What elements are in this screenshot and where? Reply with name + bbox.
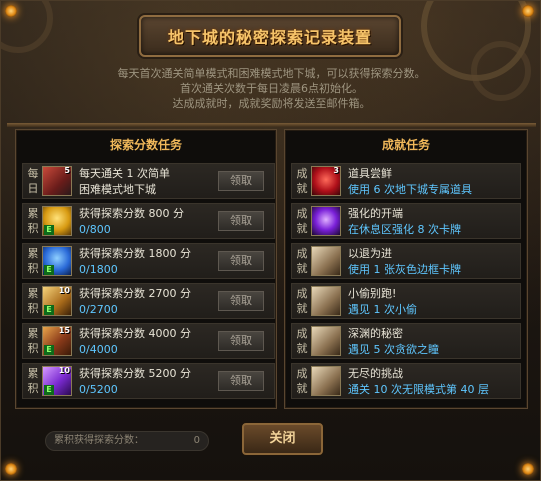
corner-lamp-icon — [5, 5, 17, 17]
achievement-title: 无尽的挑战 — [348, 367, 403, 380]
cleaver-icon: 5 — [42, 166, 72, 196]
e-badge-icon: E — [44, 345, 54, 355]
achievement-title: 小偷别跑! — [348, 287, 397, 300]
achievement-desc: 遇见 5 次贪欲之瞳 — [348, 343, 439, 356]
e-badge-icon: E — [44, 265, 54, 275]
task-desc: 困难模式地下城 — [79, 183, 156, 196]
e-badge-icon: E — [44, 385, 54, 395]
hammer-icon — [311, 286, 341, 316]
task-row: 累积 E 获得探索分数 800 分 0/800 领取 — [22, 203, 275, 239]
achievement-row: 成就 小偷别跑! 遇见 1 次小偷 — [291, 283, 521, 319]
info-text: 达成成就时，成就奖励将发送至邮件箱。 — [172, 97, 371, 110]
claim-button[interactable]: 领取 — [218, 251, 264, 271]
claim-button[interactable]: 领取 — [218, 171, 264, 191]
achievement-row: 成就 3 道具尝鲜 使用 6 次地下城专属道具 — [291, 163, 521, 199]
achievement-desc: 遇见 1 次小偷 — [348, 303, 417, 316]
gold-pot-icon: E — [42, 206, 72, 236]
hammer-icon — [311, 326, 341, 356]
claim-button[interactable]: 领取 — [218, 211, 264, 231]
row-tag: 累积 — [27, 327, 39, 355]
task-row: 累积 10 E 获得探索分数 2700 分 0/2700 领取 — [22, 283, 275, 319]
task-title: 获得探索分数 2700 分 — [79, 287, 191, 300]
frame-rail — [7, 123, 536, 127]
score-value: 0 — [193, 435, 200, 446]
purple-ticket-icon: 10 E — [42, 366, 72, 396]
achievement-desc: 通关 10 次无限模式第 40 层 — [348, 383, 489, 396]
panel-header: 成就任务 — [381, 137, 430, 152]
task-title: 获得探索分数 800 分 — [79, 207, 184, 220]
task-row: 每日 5 每天通关 1 次简单 困难模式地下城 领取 — [22, 163, 275, 199]
score-label: 累积获得探索分数： — [54, 435, 144, 446]
achievement-title: 强化的开端 — [348, 207, 403, 220]
purple-orb-icon — [311, 206, 341, 236]
row-tag: 成就 — [296, 207, 308, 235]
achievement-title: 以退为进 — [348, 247, 392, 260]
hammer-icon — [311, 366, 341, 396]
card-icon: 10 E — [42, 286, 72, 316]
task-row: 累积 15 E 获得探索分数 4000 分 0/4000 领取 — [22, 323, 275, 359]
row-tag: 累积 — [27, 207, 39, 235]
achievement-desc: 使用 1 张灰色边框卡牌 — [348, 263, 461, 276]
task-title: 每天通关 1 次简单 — [79, 167, 170, 180]
corner-lamp-icon — [5, 463, 17, 475]
row-tag: 累积 — [27, 247, 39, 275]
hammer-icon — [311, 246, 341, 276]
task-title: 获得探索分数 1800 分 — [79, 247, 191, 260]
row-tag: 累积 — [27, 367, 39, 395]
achievement-row: 成就 深渊的秘密 遇见 5 次贪欲之瞳 — [291, 323, 521, 359]
task-title: 获得探索分数 4000 分 — [79, 327, 191, 340]
row-tag: 成就 — [296, 367, 308, 395]
row-tag: 成就 — [296, 167, 308, 195]
corner-lamp-icon — [522, 463, 534, 475]
achievement-title: 深渊的秘密 — [348, 327, 403, 340]
achievement-row: 成就 无尽的挑战 通关 10 次无限模式第 40 层 — [291, 363, 521, 399]
achievement-title: 道具尝鲜 — [348, 167, 392, 180]
task-title: 获得探索分数 5200 分 — [79, 367, 191, 380]
blue-gift-icon: E — [42, 246, 72, 276]
achievement-row: 成就 以退为进 使用 1 张灰色边框卡牌 — [291, 243, 521, 279]
red-gem-icon: 3 — [311, 166, 341, 196]
row-tag: 每日 — [27, 167, 39, 195]
window-title-plate: 地下城的秘密探索记录装置 — [139, 15, 401, 57]
row-tag: 累积 — [27, 287, 39, 315]
row-tag: 成就 — [296, 287, 308, 315]
achievement-desc: 在休息区强化 8 次卡牌 — [348, 223, 461, 236]
claim-button[interactable]: 领取 — [218, 291, 264, 311]
corner-lamp-icon — [522, 5, 534, 17]
task-progress: 0/5200 — [79, 383, 118, 396]
achievement-row: 成就 强化的开端 在休息区强化 8 次卡牌 — [291, 203, 521, 239]
claim-button[interactable]: 领取 — [218, 331, 264, 351]
task-row: 累积 10 E 获得探索分数 5200 分 0/5200 领取 — [22, 363, 275, 399]
e-badge-icon: E — [44, 305, 54, 315]
info-text: 每天首次通关简单模式和困难模式地下城，可以获得探索分数。 — [117, 67, 426, 80]
achievement-desc: 使用 6 次地下城专属道具 — [348, 183, 472, 196]
panel-header: 探索分数任务 — [109, 137, 182, 152]
scroll-icon: 15 E — [42, 326, 72, 356]
window-title: 地下城的秘密探索记录装置 — [167, 28, 372, 47]
task-progress: 0/2700 — [79, 303, 118, 316]
e-badge-icon: E — [44, 225, 54, 235]
dungeon-record-window: 地下城的秘密探索记录装置 每天首次通关简单模式和困难模式地下城，可以获得探索分数… — [0, 0, 541, 481]
total-score-display: 累积获得探索分数： 0 — [45, 431, 209, 451]
task-progress: 0/1800 — [79, 263, 118, 276]
task-progress: 0/800 — [79, 223, 111, 236]
claim-button[interactable]: 领取 — [218, 371, 264, 391]
task-row: 累积 E 获得探索分数 1800 分 0/1800 领取 — [22, 243, 275, 279]
task-progress: 0/4000 — [79, 343, 118, 356]
info-text: 首次通关次数于每日凌晨6点初始化。 — [180, 82, 363, 95]
row-tag: 成就 — [296, 247, 308, 275]
row-tag: 成就 — [296, 327, 308, 355]
close-button[interactable]: 关闭 — [242, 423, 323, 455]
